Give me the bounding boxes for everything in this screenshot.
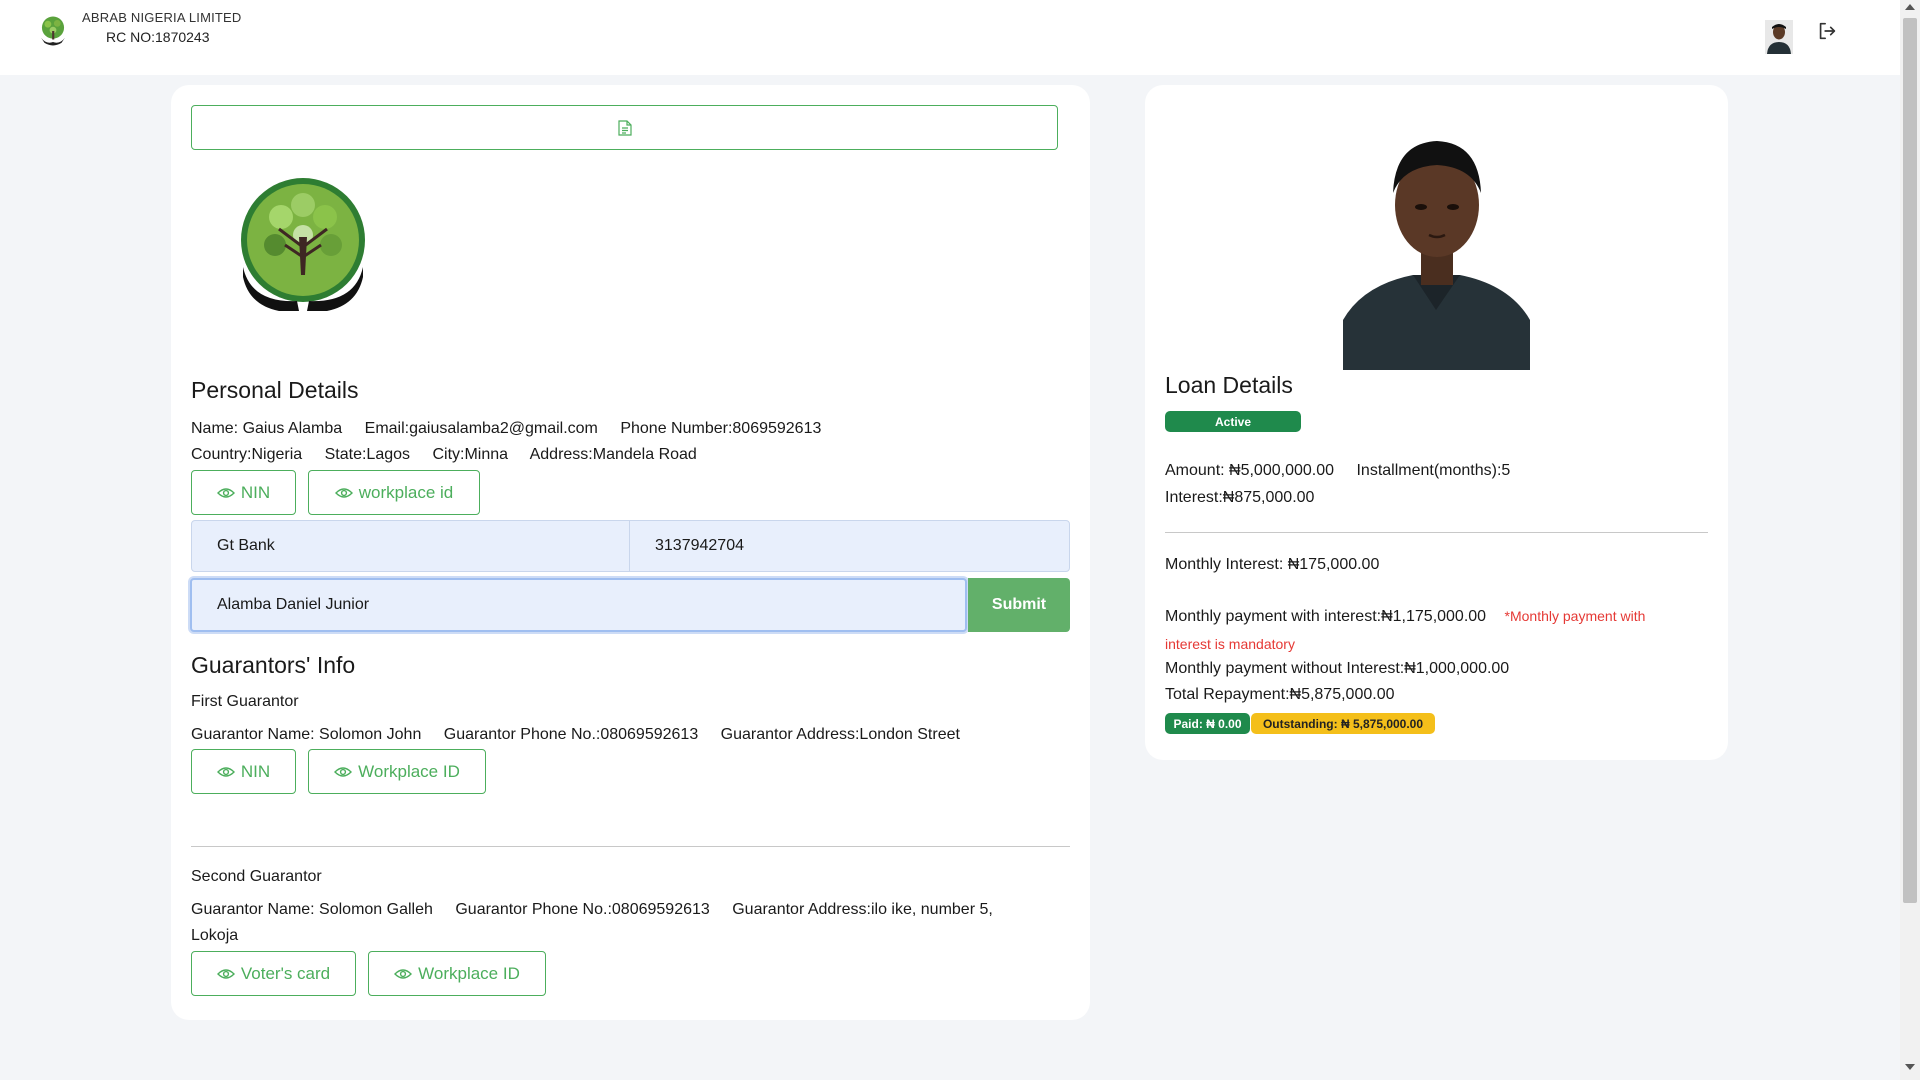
guarantor-divider	[191, 846, 1070, 847]
personal-name: Name: Gaius Alamba	[191, 420, 343, 437]
view-nin-button[interactable]: NIN	[191, 470, 296, 515]
first-guarantor-nin-label: NIN	[240, 761, 271, 781]
first-guarantor-nin-button[interactable]: NIN	[191, 749, 296, 794]
second-guarantor-voters-card-button[interactable]: Voter's card	[191, 951, 356, 996]
loan-amount: Amount: ₦5,000,000.00	[1165, 462, 1335, 479]
eye-icon	[216, 487, 235, 498]
monthly-without-interest: Monthly payment without Interest:₦1,000,…	[1165, 660, 1510, 677]
tree-hands-logo-icon[interactable]	[36, 14, 70, 48]
first-guarantor-details: Guarantor Name: Solomon John Guarantor P…	[191, 726, 978, 744]
guarantors-info-title: Guarantors' Info	[191, 652, 356, 678]
second-guarantor-voters-card-label: Voter's card	[240, 963, 331, 983]
eye-icon	[334, 487, 353, 498]
personal-country: Country:Nigeria	[191, 446, 303, 463]
first-guarantor-name: Guarantor Name: Solomon John	[191, 726, 422, 743]
first-guarantor-heading: First Guarantor	[191, 693, 299, 710]
monthly-interest: Monthly Interest: ₦175,000.00	[1165, 556, 1380, 573]
eye-icon	[394, 968, 413, 979]
account-name-input[interactable]	[190, 578, 967, 632]
loan-installment: Installment(months):5	[1356, 462, 1511, 479]
first-guarantor-phone: Guarantor Phone No.:08069592613	[443, 726, 699, 743]
applicant-photo	[1343, 135, 1530, 370]
mandatory-note-cont: interest is mandatory	[1165, 636, 1295, 652]
view-workplace-id-label: workplace id	[358, 482, 454, 502]
loan-interest: Interest:₦875,000.00	[1165, 489, 1315, 506]
logout-icon[interactable]	[1816, 20, 1838, 42]
personal-city: City:Minna	[432, 446, 509, 463]
second-guarantor-address: Guarantor Address:ilo ike, number 5,	[732, 901, 993, 918]
document-icon	[617, 119, 632, 136]
scroll-up-arrow-icon[interactable]	[1905, 4, 1915, 10]
monthly-with-interest: Monthly payment with interest:₦1,175,000…	[1165, 608, 1487, 625]
second-guarantor-workplace-id-button[interactable]: Workplace ID	[368, 951, 546, 996]
personal-phone: Phone Number:8069592613	[620, 420, 822, 437]
personal-address: Address:Mandela Road	[529, 446, 697, 463]
top-navbar: ABRAB NIGERIA LIMITED RC NO:1870243	[0, 0, 1900, 75]
second-guarantor-workplace-id-label: Workplace ID	[418, 963, 520, 983]
eye-icon	[216, 968, 235, 979]
page-scrollbar[interactable]	[1900, 0, 1920, 1080]
document-upload-bar[interactable]	[191, 105, 1058, 150]
personal-line-2: Country:Nigeria State:Lagos City:Minna A…	[191, 446, 715, 464]
outstanding-badge: Outstanding: ₦ 5,875,000.00	[1251, 713, 1435, 734]
account-number-field[interactable]: 3137942704	[630, 521, 744, 571]
personal-email: Email:gaiusalamba2@gmail.com	[364, 420, 598, 437]
mandatory-note: *Monthly payment with	[1504, 608, 1646, 624]
second-guarantor-phone: Guarantor Phone No.:08069592613	[455, 901, 710, 918]
view-workplace-id-button[interactable]: workplace id	[308, 470, 480, 515]
organization-logo	[241, 178, 365, 311]
eye-icon	[216, 766, 235, 777]
first-guarantor-workplace-id-button[interactable]: Workplace ID	[308, 749, 486, 794]
total-repayment: Total Repayment:₦5,875,000.00	[1165, 686, 1395, 703]
personal-state: State:Lagos	[324, 446, 411, 463]
rc-number: RC NO:1870243	[106, 29, 210, 45]
first-guarantor-address: Guarantor Address:London Street	[720, 726, 960, 743]
second-guarantor-address-cont: Lokoja	[191, 927, 239, 944]
personal-details-card: Personal Details Name: Gaius Alamba Emai…	[171, 85, 1090, 1020]
loan-divider	[1165, 532, 1708, 533]
bank-name-field[interactable]: Gt Bank	[192, 521, 630, 571]
paid-badge: Paid: ₦ 0.00	[1165, 713, 1250, 734]
scrollbar-thumb[interactable]	[1903, 18, 1917, 903]
user-avatar-icon[interactable]	[1765, 20, 1793, 54]
eye-icon	[334, 766, 353, 777]
second-guarantor-heading: Second Guarantor	[191, 868, 322, 885]
loan-details-title: Loan Details	[1165, 372, 1293, 398]
personal-line-1: Name: Gaius Alamba Email:gaiusalamba2@gm…	[191, 420, 839, 438]
loan-status-badge: Active	[1165, 411, 1301, 432]
company-name: ABRAB NIGERIA LIMITED	[82, 10, 242, 25]
submit-button[interactable]: Submit	[968, 578, 1070, 632]
first-guarantor-workplace-id-label: Workplace ID	[358, 761, 460, 781]
personal-details-title: Personal Details	[191, 377, 359, 403]
loan-amount-line: Amount: ₦5,000,000.00 Installment(months…	[1165, 462, 1528, 480]
second-guarantor-name: Guarantor Name: Solomon Galleh	[191, 901, 433, 918]
second-guarantor-details: Guarantor Name: Solomon Galleh Guarantor…	[191, 901, 1011, 919]
monthly-with-interest-line: Monthly payment with interest:₦1,175,000…	[1165, 608, 1663, 626]
view-nin-label: NIN	[240, 482, 271, 502]
loan-details-card: Loan Details Active Amount: ₦5,000,000.0…	[1145, 85, 1728, 760]
scroll-down-arrow-icon[interactable]	[1905, 1064, 1915, 1070]
bank-details-row: Gt Bank 3137942704	[191, 520, 1070, 572]
